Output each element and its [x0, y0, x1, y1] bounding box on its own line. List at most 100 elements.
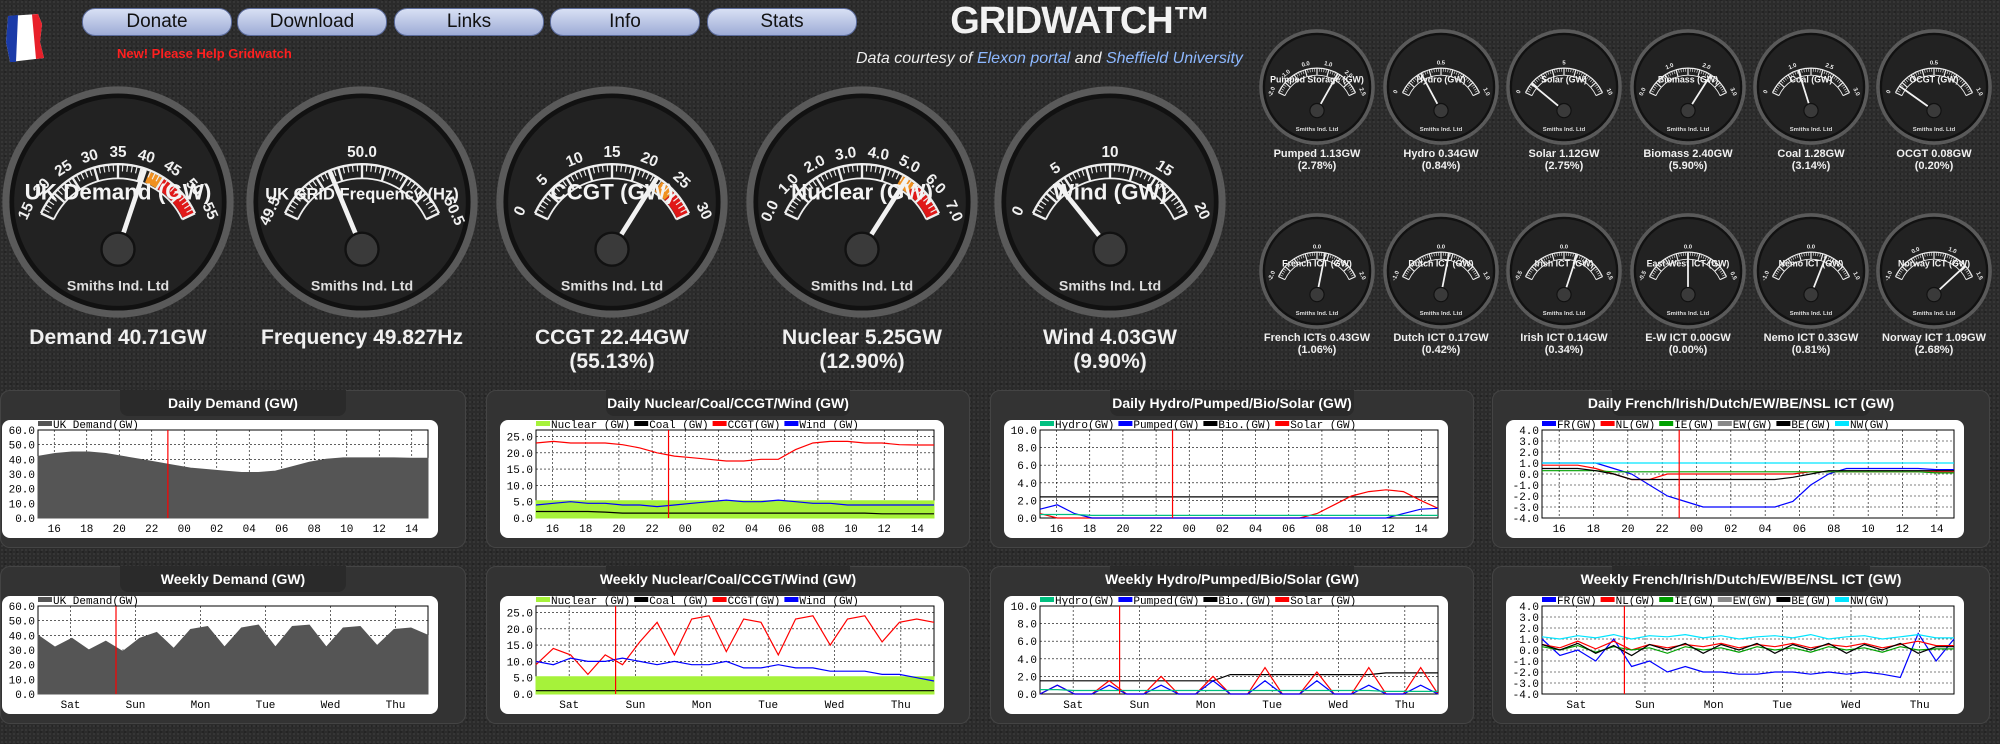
france-flag-icon[interactable]	[2, 12, 46, 64]
gauge-maker-label: Smiths Ind. Ltd	[1296, 127, 1339, 133]
weekly-hpbs-panel: Weekly Hydro/Pumped/Bio/Solar (GW) 10.0 8.…	[990, 566, 1474, 724]
gauge-maker-label: Smiths Ind. Ltd	[1543, 127, 1586, 133]
site-title: GRIDWATCH™	[950, 0, 1211, 42]
gauge-hub	[1680, 286, 1696, 303]
y-tick-label: 20.0	[507, 625, 533, 637]
ew-ict-caption: E-W ICT 0.00GW (0.00%)	[1626, 332, 1750, 356]
y-tick-label: 30.0	[9, 646, 35, 658]
x-tick-label: 02	[1724, 524, 1737, 536]
y-tick-label: 8.0	[1017, 620, 1037, 632]
caption-line: Dutch ICT 0.17GW	[1393, 332, 1489, 344]
gauge-maker-label: Smiths Ind. Ltd	[1420, 127, 1463, 133]
gauge-title: Solar (GW)	[1541, 74, 1587, 84]
gauge-tick-label: 15	[603, 144, 621, 161]
download-button[interactable]: Download	[237, 8, 387, 36]
legend-label: Coal (GW)	[649, 420, 708, 432]
x-tick-label: Wed	[825, 700, 845, 712]
gauge-face	[1759, 35, 1863, 139]
x-tick-label: 04	[1759, 524, 1773, 536]
x-tick-label: Tue	[1262, 700, 1282, 712]
stats-button[interactable]: Stats	[707, 8, 857, 36]
caption-line: (2.68%)	[1914, 344, 1954, 356]
y-tick-label: 2.0	[1017, 496, 1037, 508]
chart-title: Weekly Demand (GW)	[160, 571, 306, 587]
series-area	[535, 676, 935, 695]
legend-label: Solar (GW)	[1290, 420, 1356, 432]
legend-swatch	[1542, 421, 1556, 426]
y-tick-label: 10.0	[507, 481, 533, 493]
x-tick-label: Sun	[626, 700, 646, 712]
caption-line: Demand 40.71GW	[29, 326, 207, 349]
nuclear-gauge: 0.01.02.0 3.0 4.0 5.06.07.0Nuclear (GW)Smit…	[746, 86, 978, 318]
gauge-title: Dutch ICT (GW)	[1408, 258, 1473, 268]
x-tick-label: 08	[811, 524, 824, 536]
legend-swatch	[38, 597, 52, 602]
caption-line: Nemo ICT 0.33GW	[1763, 332, 1859, 344]
nemo-ict-gauge: -1.00.01.0Nemo ICT (GW)Smiths Ind. Ltd	[1753, 213, 1869, 329]
x-tick-label: 10	[844, 524, 857, 536]
legend-label: BE(GW)	[1791, 596, 1831, 608]
y-tick-label: 5.0	[513, 674, 533, 686]
gauge-hub	[1092, 231, 1128, 267]
gauge-maker-label: Smiths Ind. Ltd	[1420, 311, 1463, 317]
gauge-hub	[1803, 286, 1819, 303]
legend-swatch	[1118, 421, 1133, 426]
x-tick-label: 16	[1553, 524, 1566, 536]
weekly-ncgw-chart: 25.0 20.0 15.0 10.0 5.0 0.0 Sat Sun Mon Tue Wed Thu…	[507, 596, 935, 712]
x-tick-label: 00	[178, 524, 191, 536]
x-tick-label: Wed	[1329, 700, 1349, 712]
legend-swatch	[1659, 421, 1674, 426]
caption-line: Solar 1.12GW	[1528, 148, 1600, 160]
gauge-title: French ICT (GW)	[1282, 258, 1352, 268]
x-tick-label: Sun	[1635, 700, 1655, 712]
gauge-tick	[851, 164, 854, 172]
legend-label: UK Demand(GW)	[53, 420, 139, 432]
gauge-maker-label: Smiths Ind. Ltd	[1790, 311, 1833, 317]
elexon-link[interactable]: Elexon portal	[977, 50, 1070, 67]
gauge-tick-label: 0.0	[1437, 245, 1446, 251]
y-tick-label: 10.0	[507, 657, 533, 669]
x-tick-label: 08	[308, 524, 321, 536]
gauge-face	[1389, 35, 1493, 139]
x-tick-label: 06	[275, 524, 288, 536]
ocgt-gauge: 00.51.0OCGT (GW)Smiths Ind. Ltd	[1876, 29, 1992, 145]
chart-title: Daily French/Irish/Dutch/EW/BE/NSL ICT (…	[1587, 395, 1895, 411]
gauge-maker-label: Smiths Ind. Ltd	[1913, 311, 1956, 317]
coal-gauge: 01.0 2.53.0Coal (GW)Smiths Ind. Ltd	[1753, 29, 1869, 145]
legend-swatch	[1717, 597, 1732, 602]
sheffield-link[interactable]: Sheffield University	[1106, 50, 1243, 67]
y-tick-label: 30.0	[9, 470, 35, 482]
x-tick-label: 04	[243, 524, 257, 536]
y-tick-label: 10.0	[9, 499, 35, 511]
gauge-hub	[1926, 102, 1942, 119]
legend-swatch	[38, 421, 52, 426]
uk-demand-gauge: 15202530 35 40455055UK Demand (GW)Smiths I…	[2, 86, 234, 318]
y-tick-label: 20.0	[507, 449, 533, 461]
gauge-tick-label: 0.5	[1930, 61, 1939, 67]
gauge-face	[1389, 219, 1493, 323]
caption-line: (0.34%)	[1544, 344, 1584, 356]
hydro-gauge: 00.51.0Hydro (GW)Smiths Ind. Ltd	[1383, 29, 1499, 145]
y-tick-label: 4.0	[1017, 655, 1037, 667]
legend-swatch	[1275, 597, 1290, 602]
chart-plot-area: 4.0 3.0 2.0 1.0 0.0 -1.0 -2.0 -3.0 -4.0 Sat Sun Mon…	[1506, 596, 1964, 714]
gauge-maker-label: Smiths Ind. Ltd	[67, 279, 169, 295]
legend-swatch	[1600, 421, 1615, 426]
legend-label: Hydro(GW)	[1055, 420, 1114, 432]
legend-label: Wind (GW)	[799, 420, 858, 432]
x-tick-label: Thu	[386, 700, 406, 712]
y-tick-label: 0.0	[15, 514, 35, 526]
help-notice-link[interactable]: New! Please Help Gridwatch	[117, 46, 292, 61]
x-tick-label: 14	[1930, 524, 1944, 536]
caption-line: (2.78%)	[1297, 160, 1337, 172]
x-tick-label: 08	[1827, 524, 1840, 536]
caption-line: (3.14%)	[1791, 160, 1831, 172]
y-tick-label: 5.0	[513, 498, 533, 510]
x-tick-label: 16	[1050, 524, 1063, 536]
donate-button[interactable]: Donate	[82, 8, 232, 36]
plot-frame	[1039, 429, 1439, 519]
info-button[interactable]: Info	[550, 8, 700, 36]
gauge-maker-label: Smiths Ind. Ltd	[1913, 127, 1956, 133]
x-tick-label: Sun	[126, 700, 146, 712]
links-button[interactable]: Links	[394, 8, 544, 36]
